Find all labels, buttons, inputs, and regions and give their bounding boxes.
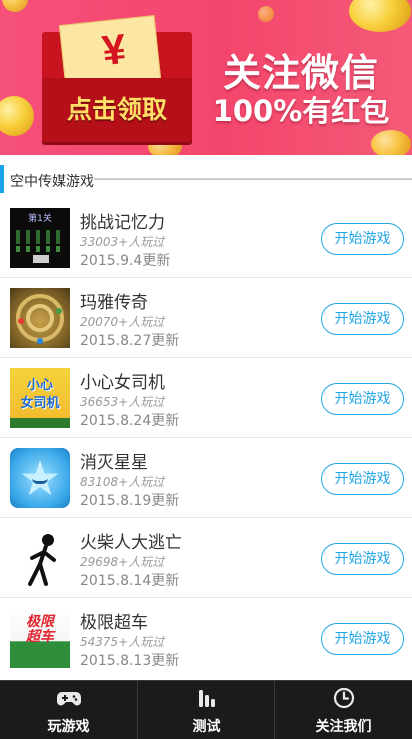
start-game-button[interactable]: 开始游戏	[321, 223, 404, 255]
thumbnail-level-text: 第1关	[28, 214, 52, 224]
thumbnail-button-shape	[33, 255, 49, 263]
thumbnail-text: 超车	[26, 629, 54, 645]
thumbnail-pattern	[16, 230, 64, 244]
game-update-date: 2015.8.24更新	[80, 413, 180, 429]
gold-coin-icon	[258, 6, 274, 22]
game-players-count: 33003+人玩过	[80, 235, 165, 249]
wechat-promo-banner[interactable]: ¥ 点击领取 关注微信 100%有红包	[0, 0, 412, 155]
nav-label: 关注我们	[315, 719, 372, 735]
game-list-item[interactable]: 小心 女司机 小心女司机 36653+人玩过 2015.8.24更新 开始游戏	[0, 358, 412, 438]
game-update-date: 2015.8.14更新	[80, 573, 180, 589]
game-update-date: 2015.9.4更新	[80, 253, 171, 269]
ball-shape	[18, 318, 24, 324]
racing-game-thumbnail[interactable]: 极限 超车	[10, 608, 70, 668]
game-players-count: 20070+人玩过	[80, 315, 165, 329]
game-list-item[interactable]: 第1关 挑战记忆力 33003+人玩过 2015.9.4更新 开始游戏	[0, 198, 412, 278]
game-update-date: 2015.8.19更新	[80, 493, 180, 509]
section-title: 空中传媒游戏	[10, 174, 94, 190]
stickman-icon	[28, 534, 56, 586]
gold-coin-icon	[2, 0, 28, 12]
thumbnail-ground	[10, 418, 70, 428]
game-list-item[interactable]: 玛雅传奇 20070+人玩过 2015.8.27更新 开始游戏	[0, 278, 412, 358]
game-name[interactable]: 玛雅传奇	[80, 288, 148, 313]
section-accent-bar	[0, 165, 4, 193]
game-players-count: 29698+人玩过	[80, 555, 165, 569]
game-list-item[interactable]: 火柴人大逃亡 29698+人玩过 2015.8.14更新 开始游戏	[0, 518, 412, 598]
game-name[interactable]: 极限超车	[80, 608, 148, 633]
star-game-thumbnail[interactable]: ★	[10, 448, 70, 508]
start-game-button[interactable]: 开始游戏	[321, 303, 404, 335]
game-update-date: 2015.8.13更新	[80, 653, 180, 669]
clock-icon	[333, 687, 355, 709]
start-game-button[interactable]: 开始游戏	[321, 543, 404, 575]
memory-game-thumbnail[interactable]: 第1关	[10, 208, 70, 268]
start-game-button[interactable]: 开始游戏	[321, 463, 404, 495]
bar-chart-icon	[199, 690, 215, 707]
page: ¥ 点击领取 关注微信 100%有红包 空中传媒游戏 第1关 挑战记忆力 330…	[0, 0, 412, 739]
bottom-nav: 玩游戏 测试 关注我们	[0, 680, 412, 739]
gold-coin-icon	[371, 130, 411, 155]
nav-label: 测试	[192, 719, 221, 735]
start-game-button[interactable]: 开始游戏	[321, 383, 404, 415]
driver-game-thumbnail[interactable]: 小心 女司机	[10, 368, 70, 428]
nav-item-follow-us[interactable]: 关注我们	[274, 681, 412, 739]
section-header: 空中传媒游戏	[0, 161, 412, 197]
nav-item-play-games[interactable]: 玩游戏	[0, 681, 137, 739]
game-players-count: 36653+人玩过	[80, 395, 165, 409]
section-divider	[94, 178, 412, 180]
thumbnail-text: 小心	[26, 378, 53, 393]
game-name[interactable]: 消灭星星	[80, 448, 148, 473]
thumbnail-pattern	[16, 246, 64, 252]
nav-item-test[interactable]: 测试	[137, 681, 274, 739]
game-list-item[interactable]: ★ 消灭星星 83108+人玩过 2015.8.19更新 开始游戏	[0, 438, 412, 518]
nav-label: 玩游戏	[47, 719, 90, 735]
game-name[interactable]: 火柴人大逃亡	[80, 528, 182, 553]
gamepad-icon	[57, 692, 81, 706]
game-players-count: 83108+人玩过	[80, 475, 165, 489]
claim-label: 点击领取	[66, 95, 167, 124]
banner-subtitle: 100%有红包	[212, 94, 390, 128]
stickman-game-thumbnail[interactable]	[10, 528, 70, 588]
ball-shape	[56, 308, 62, 314]
ball-shape	[37, 338, 43, 344]
game-name[interactable]: 小心女司机	[80, 368, 165, 393]
yen-symbol: ¥	[99, 24, 129, 75]
gold-coin-icon	[0, 96, 34, 136]
start-game-button[interactable]: 开始游戏	[321, 623, 404, 655]
game-players-count: 54375+人玩过	[80, 635, 165, 649]
spiral-track	[26, 304, 54, 332]
game-list-item[interactable]: 极限 超车 极限超车 54375+人玩过 2015.8.13更新 开始游戏	[0, 598, 412, 678]
game-name[interactable]: 挑战记忆力	[80, 208, 165, 233]
gold-coin-icon	[349, 0, 411, 32]
maya-game-thumbnail[interactable]	[10, 288, 70, 348]
thumbnail-text: 女司机	[20, 396, 60, 411]
game-update-date: 2015.8.27更新	[80, 333, 180, 349]
